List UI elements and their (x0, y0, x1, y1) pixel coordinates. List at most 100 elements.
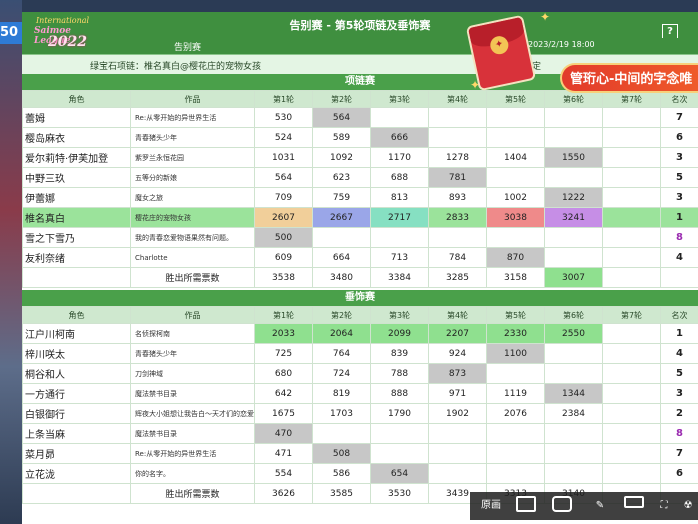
work-title: 紫罗兰永恒花园 (130, 147, 255, 168)
rank: 4 (660, 247, 698, 268)
vote-count (428, 443, 487, 464)
work-title: 樱花庄的宠物女孩 (130, 207, 255, 228)
vote-count: 664 (312, 247, 371, 268)
vote-count: 893 (428, 187, 487, 208)
vote-count: 759 (312, 187, 371, 208)
work-title: Re:从零开始的异世界生活 (130, 107, 255, 128)
rank: 6 (660, 463, 698, 484)
vote-count: 2550 (544, 323, 603, 344)
column-header: 第7轮 (602, 90, 661, 108)
rank: 5 (660, 363, 698, 384)
rank: 8 (660, 423, 698, 444)
column-header: 第6轮 (544, 90, 603, 108)
vote-count: 724 (312, 363, 371, 384)
work-title: 青春猪头少年 (130, 343, 255, 364)
vote-count: 666 (370, 127, 429, 148)
vote-count (370, 227, 429, 248)
table-row: 菜月昴 Re:从零开始的异世界生活 471 508 7 (22, 443, 698, 464)
image-icon[interactable] (550, 496, 574, 516)
vote-count (544, 463, 603, 484)
vote-count (486, 227, 545, 248)
character-name: 白银御行 (22, 403, 131, 424)
vote-count: 3241 (544, 207, 603, 228)
work-title: Charlotte (130, 247, 255, 268)
vote-count: 1170 (370, 147, 429, 168)
fullscreen-icon[interactable]: ⛶ (652, 496, 676, 516)
table-row: 伊蕾娜 魔女之旅 709 759 813 893 1002 1222 3 (22, 187, 698, 208)
vote-count: 781 (428, 167, 487, 188)
vote-count: 813 (370, 187, 429, 208)
vote-count: 609 (254, 247, 313, 268)
vote-count (486, 423, 545, 444)
work-title: 名侦探柯南 (130, 323, 255, 344)
vote-count: 2607 (254, 207, 313, 228)
vote-count (428, 463, 487, 484)
vote-count: 1119 (486, 383, 545, 404)
table-row: 爱尔莉特·伊芙加登 紫罗兰永恒花园 1031 1092 1170 1278 1404 1550… (22, 147, 698, 168)
vote-count: 680 (254, 363, 313, 384)
vote-count: 713 (370, 247, 429, 268)
vote-count: 784 (428, 247, 487, 268)
vote-count (312, 423, 371, 444)
window-icon[interactable] (514, 496, 538, 516)
league-logo: International Saimoe League 2022 (30, 14, 108, 50)
rank: 1 (660, 323, 698, 344)
viewer-toolbar: 原画 ✎ ⛶ ☢ (470, 492, 698, 520)
vote-count (544, 343, 603, 364)
vote-count (544, 363, 603, 384)
vote-count: 1675 (254, 403, 313, 424)
rank: 3 (660, 187, 698, 208)
table-row: 雪之下雪乃 我的青春恋爱物语果然有问题。 500 8 (22, 227, 698, 248)
character-name: 伊蕾娜 (22, 187, 131, 208)
total-spacer (22, 483, 131, 504)
winner-text: 绿宝石项链：椎名真白@樱花庄的宠物女孩 (90, 62, 262, 72)
logo-line1: International (36, 16, 90, 25)
vote-count: 1703 (312, 403, 371, 424)
vote-count: 1002 (486, 187, 545, 208)
vote-count: 2717 (370, 207, 429, 228)
restore-original-button[interactable]: 原画 (476, 496, 506, 516)
vote-count: 2330 (486, 323, 545, 344)
character-name: 立花泷 (22, 463, 131, 484)
table-row: 白银御行辉夜大小姐想让我告白～天才们的恋爱头脑战～167517031790190… (22, 403, 698, 424)
background-left-strip: 50 (0, 0, 22, 524)
sparkle-icon: ✦ (540, 10, 551, 24)
necklace-table: 角色 作品 第1轮 第2轮 第3轮 第4轮 第5轮 第6轮 第7轮 名次 蕾姆 Re:从零开始的异世界… (22, 90, 698, 288)
vote-count (602, 187, 661, 208)
vote-count: 508 (312, 443, 371, 464)
help-button[interactable]: ? (662, 24, 678, 39)
vote-count: 470 (254, 423, 313, 444)
vote-count (602, 147, 661, 168)
vote-count (428, 227, 487, 248)
subtitle-icon[interactable] (622, 496, 646, 516)
vote-count: 2099 (370, 323, 429, 344)
column-header: 第5轮 (486, 90, 545, 108)
column-header: 第1轮 (254, 306, 313, 324)
table-row: 友利奈绪 Charlotte 609 664 713 784 870 4 (22, 247, 698, 268)
sidebar-number-badge: 50 (0, 22, 22, 44)
vote-count: 530 (254, 107, 313, 128)
character-name: 上条当麻 (22, 423, 131, 444)
total-votes: 3585 (312, 483, 371, 504)
table-row: 中野三玖 五等分的新娘 564 623 688 781 5 (22, 167, 698, 188)
vote-count: 971 (428, 383, 487, 404)
vote-count: 2833 (428, 207, 487, 228)
work-title: 魔法禁书目录 (130, 383, 255, 404)
vote-count: 839 (370, 343, 429, 364)
subtitle-bar: 告别赛 2023/2/19 18:00 (22, 38, 698, 54)
table-row: 椎名真白 樱花庄的宠物女孩 2607 2667 2717 2833 3038 3241 1 (22, 207, 698, 228)
vote-count (544, 127, 603, 148)
vote-count: 524 (254, 127, 313, 148)
total-votes: 3530 (370, 483, 429, 504)
character-name: 菜月昴 (22, 443, 131, 464)
more-icon[interactable]: ☢ (678, 496, 698, 516)
column-header: 第1轮 (254, 90, 313, 108)
character-name: 一方通行 (22, 383, 131, 404)
pendant-section-title: 垂饰赛 (22, 290, 698, 306)
column-header: 名次 (660, 90, 698, 108)
work-title: Re:从零开始的异世界生活 (130, 443, 255, 464)
edit-icon[interactable]: ✎ (588, 496, 612, 516)
work-title: 我的青春恋爱物语果然有问题。 (130, 227, 255, 248)
vote-count: 554 (254, 463, 313, 484)
vote-count: 564 (254, 167, 313, 188)
